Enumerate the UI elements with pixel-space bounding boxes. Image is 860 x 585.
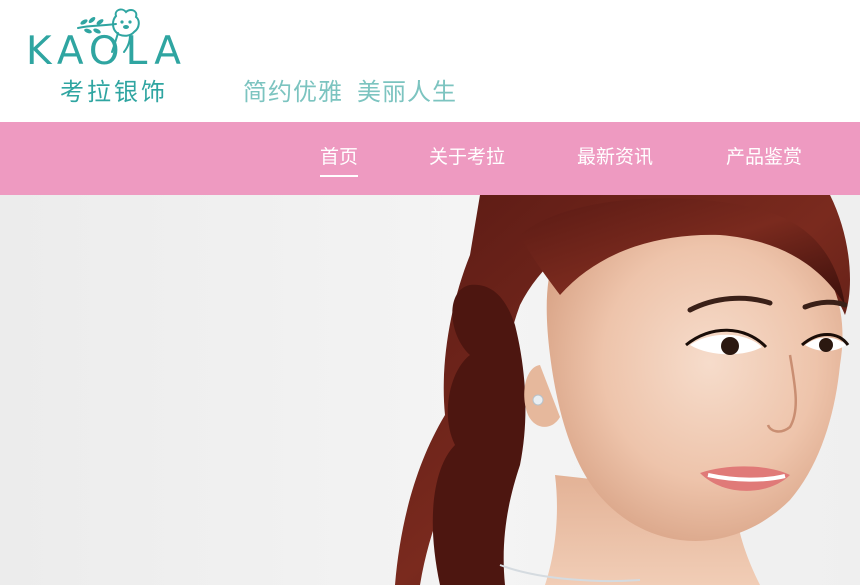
nav-item-products[interactable]: 产品鉴赏 [726, 144, 802, 170]
hero-banner[interactable] [0, 195, 860, 585]
slogan-part: 简约优雅 [243, 78, 343, 106]
nav-item-about[interactable]: 关于考拉 [429, 144, 505, 170]
site-header: KAOLA 考拉银饰 简约优雅 美丽人生 [0, 0, 860, 122]
slogan-part: 美丽人生 [357, 78, 457, 106]
logo-wordmark: KAOLA [26, 29, 187, 74]
slogan: 简约优雅 美丽人生 [243, 77, 471, 107]
nav-item-home[interactable]: 首页 [320, 144, 359, 177]
page: KAOLA 考拉银饰 简约优雅 美丽人生 首页 关于考拉 最新资讯 产品鉴赏 [0, 0, 860, 585]
logo-chinese-name: 考拉银饰 [60, 78, 168, 106]
brand-logo[interactable]: KAOLA 考拉银饰 [26, 6, 216, 116]
main-nav: 首页 关于考拉 最新资讯 产品鉴赏 [0, 122, 860, 195]
earring [532, 394, 544, 406]
nav-item-news[interactable]: 最新资讯 [577, 144, 653, 170]
model-photo [395, 195, 850, 585]
